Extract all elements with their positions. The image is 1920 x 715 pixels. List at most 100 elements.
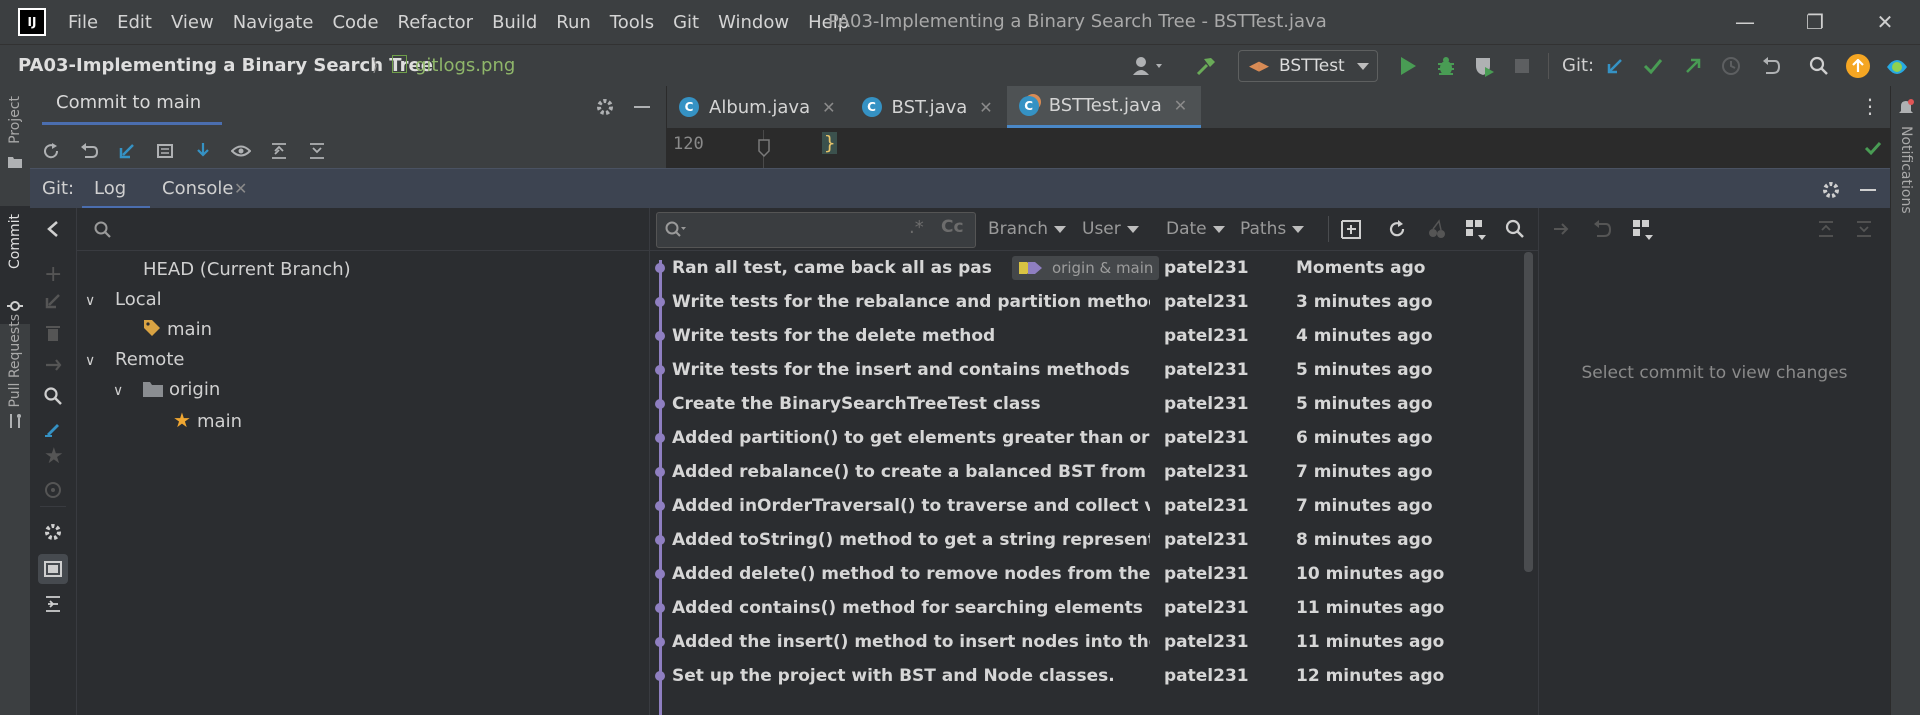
stop-icon[interactable] [1512, 56, 1532, 76]
refresh-icon[interactable] [40, 142, 62, 160]
expand-all-icon[interactable] [268, 142, 290, 160]
close-console-icon[interactable]: ✕ [234, 169, 247, 209]
filter-user[interactable]: User [1082, 208, 1139, 250]
search-everywhere-icon[interactable] [1808, 55, 1830, 77]
highlight-pencil-icon[interactable] [43, 418, 63, 438]
git-push-arrow-icon[interactable] [1682, 55, 1704, 77]
more-tabs-icon[interactable]: ⋮ [1860, 94, 1880, 118]
collapse-all-icon[interactable] [306, 142, 328, 160]
branch-search-input[interactable] [77, 208, 649, 251]
layout-options-icon[interactable] [1464, 218, 1488, 242]
debug-icon[interactable] [1434, 54, 1458, 78]
close-tab-icon[interactable]: ✕ [979, 98, 992, 117]
refresh-icon[interactable] [1386, 218, 1408, 240]
match-case-toggle-icon[interactable]: Cc [941, 217, 964, 237]
commit-row[interactable]: Added delete() method to remove nodes fr… [650, 557, 1526, 591]
delete-trash-icon[interactable] [44, 324, 62, 342]
collapse-all-icon[interactable] [1853, 218, 1875, 240]
code-closing-brace[interactable]: } [822, 132, 838, 154]
stripe-project[interactable]: Project [7, 96, 23, 144]
user-profile-icon[interactable] [1130, 55, 1170, 77]
close-tab-icon[interactable]: ✕ [822, 98, 835, 117]
minimize-panel-icon[interactable] [634, 106, 650, 108]
git-update-arrow-icon[interactable] [1604, 55, 1626, 77]
menu-code[interactable]: Code [332, 12, 378, 33]
ref-label-badge[interactable]: origin & main [1012, 256, 1160, 280]
stripe-commit-active[interactable]: Commit [0, 206, 30, 324]
tab-bsttest-java[interactable]: C BSTTest.java ✕ [1006, 86, 1202, 128]
preview-panel-icon[interactable] [38, 554, 68, 584]
apply-changes-icon[interactable] [1551, 218, 1573, 240]
inspection-ok-check-icon[interactable] [1863, 138, 1883, 158]
jetbrains-ai-icon[interactable] [1884, 54, 1910, 80]
filter-branch[interactable]: Branch [988, 208, 1066, 250]
build-hammer-icon[interactable] [1194, 54, 1218, 78]
tab-console[interactable]: Console [162, 169, 233, 209]
commit-row[interactable]: Write tests for the insert and contains … [650, 353, 1526, 387]
menu-file[interactable]: File [68, 12, 98, 33]
branch-local-main[interactable]: main [143, 316, 212, 344]
filter-circle-icon[interactable] [43, 480, 63, 500]
search-icon[interactable] [43, 386, 63, 406]
commit-panel-title[interactable]: Commit to main [56, 92, 201, 113]
menu-build[interactable]: Build [492, 12, 537, 33]
favorite-star-icon[interactable]: ★ [44, 444, 64, 469]
tab-log[interactable]: Log [94, 169, 126, 209]
commit-row[interactable]: Added the insert() method to insert node… [650, 625, 1526, 659]
branch-remote-main[interactable]: ★ main [173, 406, 242, 434]
menu-view[interactable]: View [171, 12, 214, 33]
filter-paths[interactable]: Paths [1240, 208, 1305, 250]
update-project-icon[interactable] [116, 142, 138, 160]
regex-toggle-icon[interactable]: .* [909, 217, 924, 238]
filter-date[interactable]: Date [1166, 208, 1225, 250]
ide-update-icon[interactable] [1846, 54, 1870, 78]
menu-git[interactable]: Git [673, 12, 699, 33]
menu-tools[interactable]: Tools [610, 12, 654, 33]
tab-album-java[interactable]: C Album.java ✕ [667, 86, 850, 128]
commit-row[interactable]: Create the BinarySearchTreeTest class pa… [650, 387, 1526, 421]
download-icon[interactable] [192, 142, 214, 160]
menu-run[interactable]: Run [556, 12, 591, 33]
minimize-window-icon[interactable] [1860, 189, 1876, 191]
view-options-icon[interactable] [1631, 218, 1655, 242]
gear-icon[interactable] [1820, 179, 1842, 201]
scroll-to-icon[interactable] [43, 594, 63, 614]
run-icon[interactable] [1396, 54, 1420, 78]
commit-row[interactable]: Write tests for the rebalance and partit… [650, 285, 1526, 319]
gear-icon[interactable] [594, 96, 616, 118]
history-clock-icon[interactable] [1720, 55, 1742, 77]
tab-bst-java[interactable]: C BST.java ✕ [850, 86, 1007, 128]
restore-icon[interactable]: ❐ [1780, 10, 1850, 34]
menu-navigate[interactable]: Navigate [233, 12, 314, 33]
commit-row[interactable]: Set up the project with BST and Node cla… [650, 659, 1526, 693]
notifications-bell-icon[interactable] [1897, 98, 1915, 116]
collapse-branches-chevron-icon[interactable] [42, 218, 64, 240]
add-branch-icon[interactable]: + [44, 262, 62, 287]
commit-row[interactable]: Added partition() to get elements greate… [650, 421, 1526, 455]
merge-icon[interactable] [44, 356, 62, 374]
eye-icon[interactable] [230, 144, 252, 158]
settings-gear-icon[interactable] [43, 522, 63, 542]
run-configuration-select[interactable]: ◀▶ BSTTest [1238, 50, 1378, 82]
expand-all-icon[interactable] [1815, 218, 1837, 240]
commit-row[interactable]: Ran all test, came back all as passed or… [650, 251, 1526, 285]
cherry-pick-icon[interactable] [1426, 218, 1448, 240]
commit-row[interactable]: Added toString() method to get a string … [650, 523, 1526, 557]
minimize-icon[interactable]: — [1710, 10, 1780, 34]
commit-row[interactable]: Write tests for the delete method patel2… [650, 319, 1526, 353]
new-tab-plus-icon[interactable] [1340, 218, 1362, 240]
menu-window[interactable]: Window [718, 12, 789, 33]
local-group[interactable]: ∨ Local [85, 286, 162, 314]
commit-row[interactable]: Added inOrderTraversal() to traverse and… [650, 489, 1526, 523]
update-branch-icon[interactable] [44, 292, 62, 310]
remote-origin[interactable]: ∨ origin [113, 376, 220, 404]
close-icon[interactable]: ✕ [1850, 10, 1920, 34]
remote-group[interactable]: ∨ Remote [85, 346, 184, 374]
search-icon[interactable] [1504, 218, 1526, 240]
commit-search-input[interactable]: .* Cc [656, 212, 976, 248]
git-commit-check-icon[interactable] [1642, 55, 1664, 77]
commit-row[interactable]: Added contains() method for searching el… [650, 591, 1526, 625]
rollback-icon[interactable] [1760, 55, 1782, 77]
stripe-pull-requests[interactable]: Pull Requests [7, 314, 23, 407]
breadcrumb-file[interactable]: gitlogs.png [392, 45, 515, 87]
